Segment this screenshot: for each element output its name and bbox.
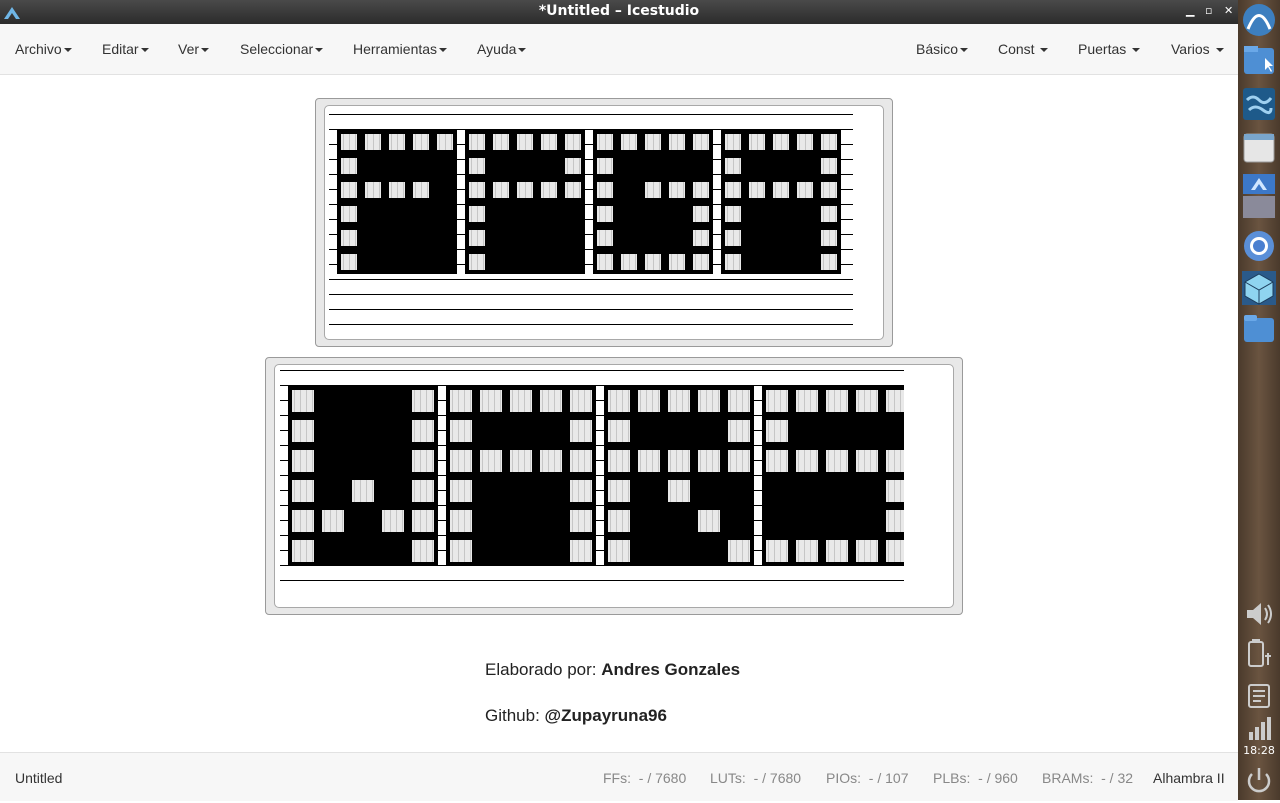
caret-down-icon [201,48,210,53]
icestudio-launcher-icon[interactable] [1241,172,1277,220]
stat-plbs: PLBs: - / 960 [933,770,1018,786]
menu-label: Ver [178,41,200,57]
stat-value: - / 32 [1101,770,1134,786]
menu-label: Herramientas [353,41,438,57]
stat-label: BRAMs: [1042,770,1094,786]
stat-value: - / 7680 [753,770,802,786]
stat-label: FFs: [603,770,631,786]
image-frame [274,364,954,608]
clock[interactable]: 18:28 [1238,744,1280,757]
github-label: Github: [485,706,540,725]
menu-label: Básico [916,41,959,57]
letter-a [446,386,596,566]
caret-down-icon [1215,48,1224,53]
caret-down-icon [140,48,149,53]
world-map-icon[interactable] [1241,86,1277,122]
project-name: Untitled [15,770,63,786]
stat-label: PLBs: [933,770,971,786]
letter-a [721,130,841,274]
stat-value: - / 960 [978,770,1018,786]
menu-label: Const [998,41,1035,57]
menu-ayuda[interactable]: Ayuda [477,41,527,57]
menu-label: Archivo [15,41,62,57]
board-name[interactable]: Alhambra II [1153,770,1225,786]
menu-ver[interactable]: Ver [178,41,210,57]
power-icon[interactable] [1241,762,1277,798]
caret-down-icon [960,48,969,53]
image-block-wars[interactable] [265,357,963,615]
letter-f [337,130,457,274]
minimize-icon[interactable]: ▁ [1186,4,1194,17]
caret-down-icon [518,48,527,53]
wars-pixel-art [280,370,904,581]
stat-pios: PIOs: - / 107 [826,770,909,786]
restore-icon[interactable]: ▫ [1205,4,1212,17]
menu-herramientas[interactable]: Herramientas [353,41,448,57]
caret-down-icon [315,48,324,53]
file-manager-icon[interactable] [1241,42,1277,78]
image-block-fpga[interactable] [315,98,893,347]
image-frame [324,105,884,340]
github-handle: @Zupayruna96 [544,706,667,725]
window-titlebar: *Untitled – Icestudio ▁ ▫ ✕ [0,0,1238,24]
window-title: *Untitled – Icestudio [538,3,700,19]
menu-label: Varios [1171,41,1210,57]
stat-ffs: FFs: - / 7680 [603,770,686,786]
caret-down-icon [1040,48,1049,53]
stat-value: - / 107 [868,770,909,786]
menu-label: Ayuda [477,41,517,57]
signal-icon[interactable] [1241,710,1277,746]
menu-seleccionar[interactable]: Seleccionar [240,41,324,57]
ubuntu-logo-icon[interactable] [1241,2,1277,38]
credit-line: Elaborado por: Andres Gonzales [485,660,740,680]
menu-puertas[interactable]: Puertas [1078,41,1141,57]
letter-r [604,386,754,566]
stat-value: - / 7680 [638,770,687,786]
menu-const[interactable]: Const [998,41,1049,57]
folder-icon[interactable] [1241,310,1277,346]
chromium-icon[interactable] [1241,228,1277,264]
menu-label: Puertas [1078,41,1127,57]
stat-label: PIOs: [826,770,862,786]
cube-icon[interactable] [1241,270,1277,306]
caret-down-icon [63,48,72,53]
menu-varios[interactable]: Varios [1171,41,1224,57]
credit-name: Andres Gonzales [601,660,741,679]
stat-brams: BRAMs: - / 32 [1042,770,1133,786]
letter-p [465,130,585,274]
notes-icon[interactable] [1241,678,1277,714]
window-icon[interactable] [1241,130,1277,166]
letter-s [762,386,904,566]
status-bar: Untitled FFs: - / 7680 LUTs: - / 7680 PI… [0,752,1238,801]
volume-icon[interactable] [1241,596,1277,632]
menu-label: Seleccionar [240,41,314,57]
menu-label: Editar [102,41,139,57]
close-icon[interactable]: ✕ [1224,4,1233,17]
fpga-pixel-art [329,114,853,325]
github-line: Github: @Zupayruna96 [485,706,667,726]
stat-luts: LUTs: - / 7680 [710,770,801,786]
caret-down-icon [1132,48,1141,53]
menubar: Archivo Editar Ver Seleccionar Herramien… [0,24,1238,75]
menu-basico[interactable]: Básico [916,41,969,57]
launcher-panel: 18:28 [1238,0,1280,800]
battery-icon[interactable] [1241,636,1277,672]
menu-editar[interactable]: Editar [102,41,149,57]
stat-label: LUTs: [710,770,746,786]
letter-g [593,130,713,274]
design-canvas[interactable]: Elaborado por: Andres Gonzales Github: @… [0,75,1238,752]
letter-w [288,386,438,566]
menu-archivo[interactable]: Archivo [15,41,72,57]
credit-label: Elaborado por: [485,660,597,679]
caret-down-icon [439,48,448,53]
